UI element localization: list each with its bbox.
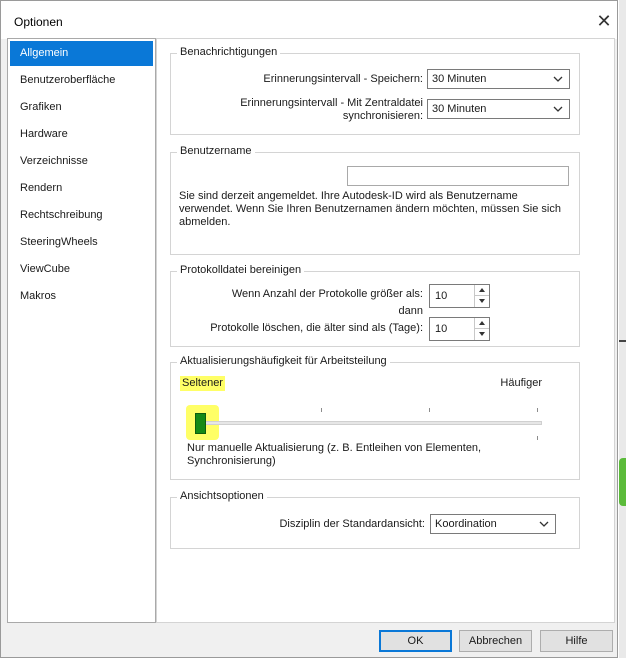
increment-icon[interactable]	[475, 285, 489, 296]
slider-min-label: Seltener	[180, 376, 225, 391]
log-age-value: 10	[435, 323, 448, 335]
decrement-icon[interactable]	[475, 329, 489, 340]
login-info-line-2: verwendet. Wenn Sie Ihren Benutzernamen …	[179, 203, 561, 215]
sync-interval-label-1: Erinnerungsintervall - Mit Zentraldatei	[240, 97, 423, 109]
log-cleanup-title: Protokolldatei bereinigen	[177, 264, 305, 276]
slider-tick	[429, 408, 430, 412]
nav-item-verzeichnisse[interactable]: Verzeichnisse	[10, 149, 153, 174]
log-then-label: dann	[398, 305, 423, 317]
save-interval-select[interactable]: 30 Minuten	[427, 69, 570, 89]
cancel-button[interactable]: Abbrechen	[459, 630, 532, 652]
log-count-stepper[interactable]: 10	[429, 284, 490, 308]
slider-thumb[interactable]	[195, 413, 206, 434]
slider-description-1: Nur manuelle Aktualisierung (z. B. Entle…	[187, 442, 482, 454]
slider-description-2: Synchronisierung)	[187, 455, 276, 467]
decrement-icon[interactable]	[475, 296, 489, 307]
nav-item-benutzeroberflaeche[interactable]: Benutzeroberfläche	[10, 68, 153, 93]
nav-item-steeringwheels[interactable]: SteeringWheels	[10, 230, 153, 255]
nav-item-makros[interactable]: Makros	[10, 284, 153, 309]
log-count-label: Wenn Anzahl der Protokolle größer als:	[231, 288, 423, 300]
discipline-select[interactable]: Koordination	[430, 514, 556, 534]
nav-item-hardware[interactable]: Hardware	[10, 122, 153, 147]
login-info-line-1: Sie sind derzeit angemeldet. Ihre Autode…	[179, 190, 518, 202]
title-bar: Optionen	[1, 1, 617, 39]
category-list: Allgemein Benutzeroberfläche Grafiken Ha…	[7, 38, 156, 623]
log-age-spin	[474, 318, 489, 340]
update-frequency-slider[interactable]	[204, 421, 542, 425]
background-green-shape	[619, 458, 626, 506]
notifications-title: Benachrichtigungen	[177, 46, 281, 58]
discipline-value: Koordination	[435, 518, 497, 530]
nav-item-viewcube[interactable]: ViewCube	[10, 257, 153, 282]
chevron-down-icon	[537, 516, 551, 532]
sync-interval-select[interactable]: 30 Minuten	[427, 99, 570, 119]
background-window	[619, 0, 626, 661]
background-detail	[619, 340, 626, 342]
log-count-spin	[474, 285, 489, 307]
ok-button[interactable]: OK	[379, 630, 452, 652]
username-title: Benutzername	[177, 145, 255, 157]
save-interval-label: Erinnerungsintervall - Speichern:	[263, 73, 423, 85]
window-title: Optionen	[14, 15, 63, 29]
log-age-label: Protokolle löschen, die älter sind als (…	[210, 322, 423, 334]
slider-tick	[321, 408, 322, 412]
log-age-stepper[interactable]: 10	[429, 317, 490, 341]
save-interval-value: 30 Minuten	[432, 73, 487, 85]
log-count-value: 10	[435, 290, 448, 302]
help-button[interactable]: Hilfe	[540, 630, 613, 652]
discipline-label: Disziplin der Standardansicht:	[279, 518, 425, 530]
increment-icon[interactable]	[475, 318, 489, 329]
slider-tick	[537, 436, 538, 440]
nav-item-grafiken[interactable]: Grafiken	[10, 95, 153, 120]
nav-item-rendern[interactable]: Rendern	[10, 176, 153, 201]
view-options-title: Ansichtsoptionen	[177, 490, 267, 502]
sync-interval-label-2: synchronisieren:	[342, 110, 423, 122]
close-icon[interactable]	[593, 11, 615, 33]
worksharing-title: Aktualisierungshäufigkeit für Arbeitstei…	[177, 355, 390, 367]
nav-item-rechtschreibung[interactable]: Rechtschreibung	[10, 203, 153, 228]
slider-tick	[537, 408, 538, 412]
chevron-down-icon	[551, 101, 565, 117]
sync-interval-value: 30 Minuten	[432, 103, 487, 115]
slider-max-label: Häufiger	[500, 377, 542, 389]
login-info-line-3: abmelden.	[179, 216, 231, 228]
nav-item-allgemein[interactable]: Allgemein	[10, 41, 153, 66]
chevron-down-icon	[551, 71, 565, 87]
username-input[interactable]	[347, 166, 569, 186]
